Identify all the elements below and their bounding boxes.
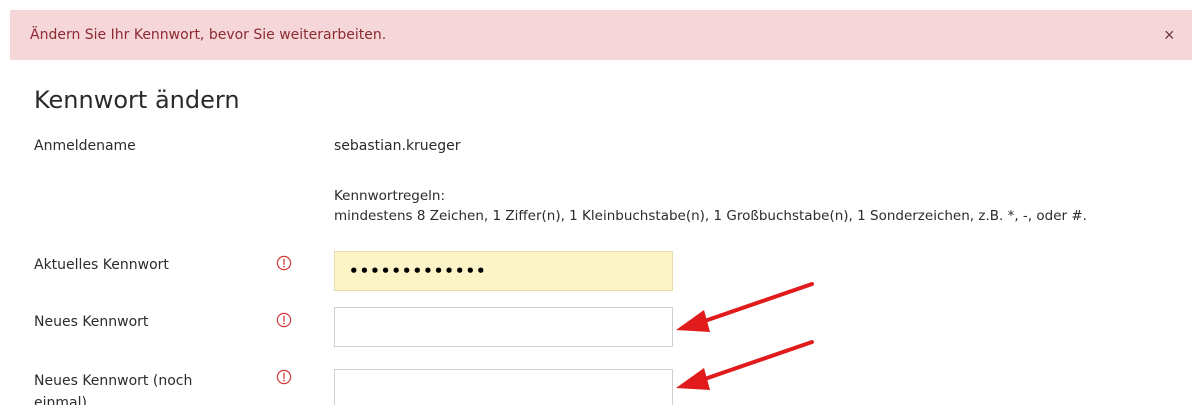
arrow-icon (676, 340, 814, 390)
warning-alert: Ändern Sie Ihr Kennwort, bevor Sie weite… (10, 10, 1192, 60)
confirm-password-label-line1: Neues Kennwort (noch (34, 373, 193, 389)
password-rules-text: mindestens 8 Zeichen, 1 Ziffer(n), 1 Kle… (334, 208, 1087, 224)
new-password-input[interactable] (334, 307, 673, 347)
current-password-label: Aktuelles Kennwort (34, 257, 169, 273)
change-password-page: Ändern Sie Ihr Kennwort, bevor Sie weite… (0, 0, 1202, 405)
exclamation-circle-icon (276, 255, 292, 271)
alert-message: Ändern Sie Ihr Kennwort, bevor Sie weite… (30, 27, 387, 43)
login-name-value: sebastian.krueger (334, 138, 461, 154)
exclamation-circle-icon (276, 369, 292, 385)
confirm-password-input[interactable] (334, 369, 673, 405)
arrow-icon (676, 282, 814, 332)
confirm-password-label-line2: einmal) (34, 395, 87, 405)
close-icon[interactable]: × (1158, 25, 1176, 44)
new-password-label: Neues Kennwort (34, 314, 149, 330)
current-password-input[interactable] (334, 251, 673, 291)
confirm-password-label: Neues Kennwort (noch einmal) (34, 370, 192, 405)
password-rules: Kennwortregeln: mindestens 8 Zeichen, 1 … (334, 186, 1087, 226)
page-title: Kennwort ändern (34, 86, 240, 114)
password-rules-title: Kennwortregeln: (334, 188, 446, 204)
exclamation-circle-icon (276, 312, 292, 328)
login-name-label: Anmeldename (34, 138, 136, 154)
